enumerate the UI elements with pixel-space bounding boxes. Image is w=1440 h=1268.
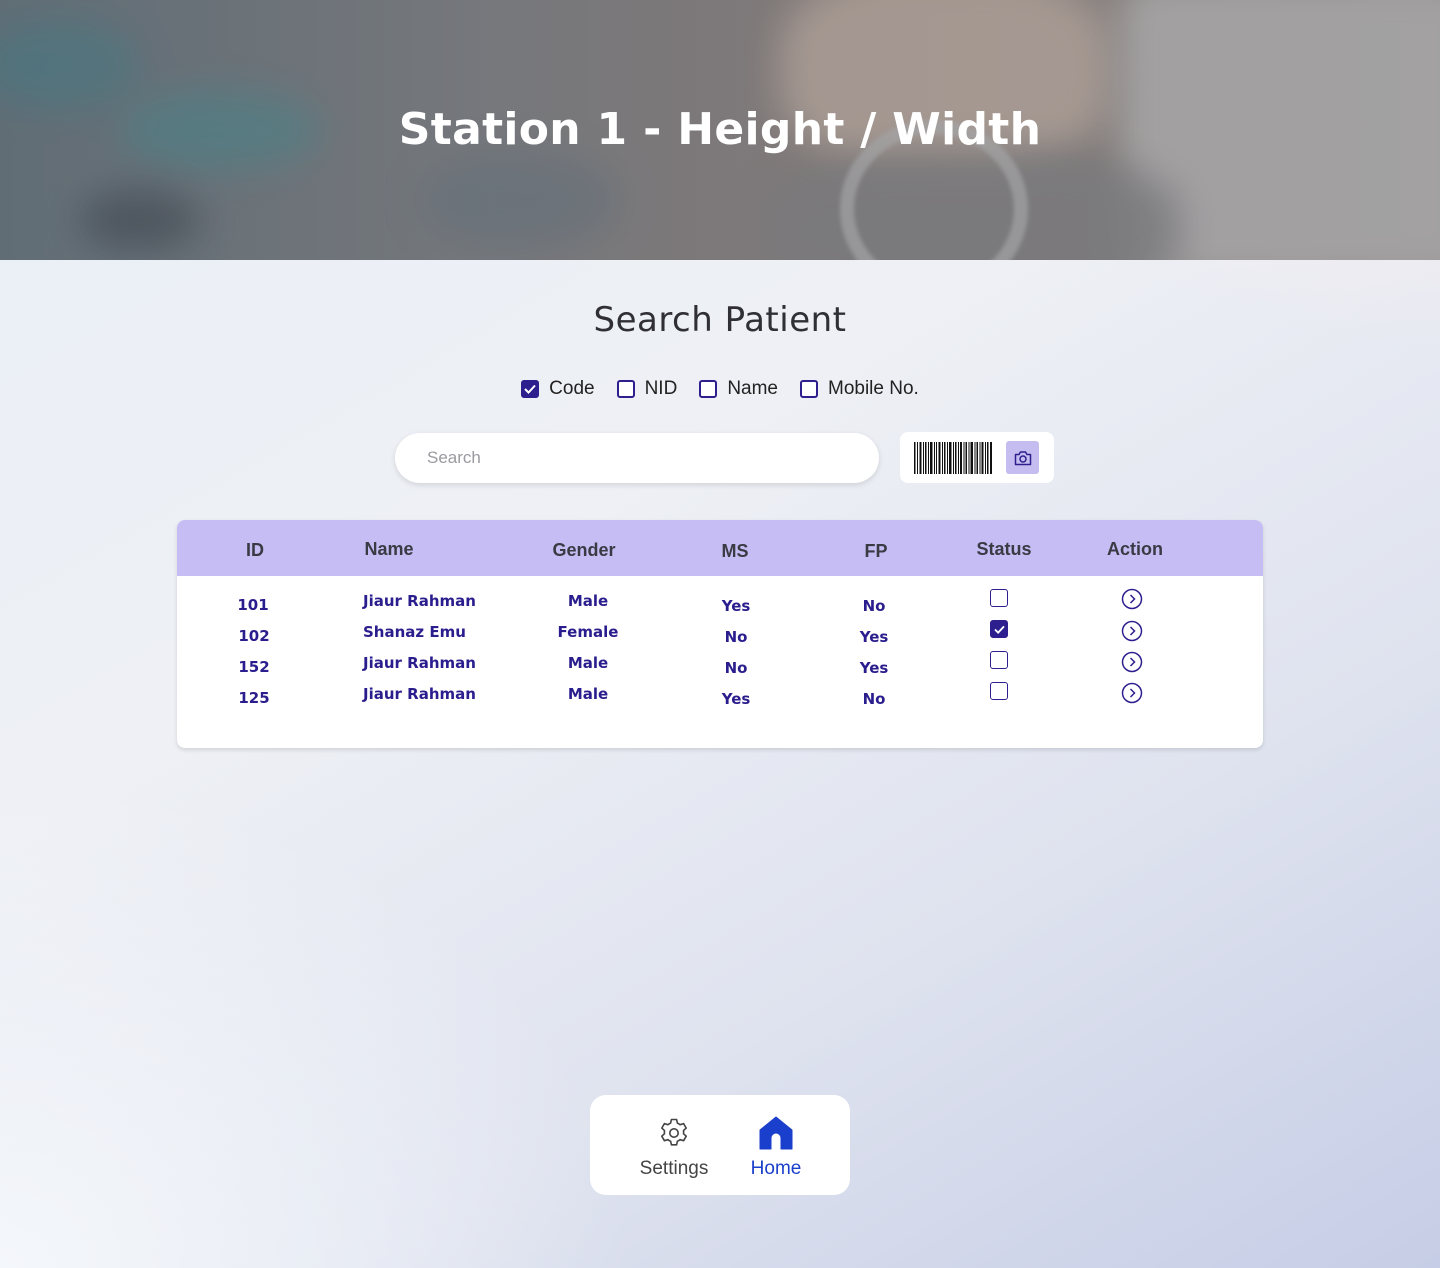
checkbox[interactable] bbox=[699, 380, 718, 398]
checkbox[interactable] bbox=[800, 380, 818, 398]
column-header-status: Status bbox=[976, 539, 1032, 559]
cell-ms: No bbox=[724, 659, 748, 677]
cell-ms: Yes bbox=[721, 597, 751, 615]
cell-gender: Male bbox=[567, 592, 609, 610]
cell-fp: No bbox=[862, 690, 886, 708]
cell-gender: Female bbox=[557, 623, 619, 641]
scanner-box bbox=[900, 432, 1054, 483]
barcode-icon bbox=[914, 442, 992, 474]
nav-home[interactable]: Home bbox=[742, 1115, 810, 1180]
cell-ms: Yes bbox=[721, 690, 751, 708]
nav-home-label: Home bbox=[750, 1158, 802, 1179]
filter-code[interactable]: Code bbox=[521, 378, 595, 400]
filter-label: Code bbox=[549, 378, 595, 399]
filter-label: NID bbox=[644, 378, 678, 399]
hero-banner: Station 1 - Height / Width bbox=[0, 0, 1440, 260]
chevron-right-circle-icon[interactable] bbox=[1121, 620, 1143, 642]
chevron-right-circle-icon[interactable] bbox=[1121, 588, 1143, 610]
cell-id: 101 bbox=[237, 596, 269, 614]
camera-icon bbox=[1014, 450, 1031, 465]
cell-ms: No bbox=[724, 628, 748, 646]
camera-button[interactable] bbox=[1006, 441, 1039, 474]
column-header-ms: MS bbox=[721, 541, 749, 561]
cell-id: 152 bbox=[238, 658, 270, 676]
filter-nid[interactable]: NID bbox=[616, 378, 678, 400]
cell-fp: Yes bbox=[859, 628, 889, 646]
column-header-id: ID bbox=[246, 540, 264, 560]
filter-label: Name bbox=[727, 378, 778, 399]
cell-fp: No bbox=[862, 597, 886, 615]
cell-id: 102 bbox=[238, 627, 270, 645]
search-filter-group: Code NID Name Mobile No. bbox=[0, 378, 1440, 400]
bottom-nav: Settings Home bbox=[590, 1095, 850, 1195]
home-icon bbox=[759, 1116, 793, 1150]
chevron-right-circle-icon[interactable] bbox=[1121, 651, 1143, 673]
cell-name: Jiaur Rahman bbox=[363, 685, 476, 703]
chevron-right-circle-icon[interactable] bbox=[1121, 682, 1143, 704]
nav-settings[interactable]: Settings bbox=[630, 1115, 718, 1180]
cell-fp: Yes bbox=[859, 659, 889, 677]
column-header-name: Name bbox=[364, 539, 414, 559]
checkbox[interactable] bbox=[521, 380, 540, 398]
table-header: ID Name Gender MS FP Status Action bbox=[177, 520, 1263, 576]
filter-name[interactable]: Name bbox=[699, 378, 778, 400]
column-header-fp: FP bbox=[864, 541, 888, 561]
cell-gender: Male bbox=[567, 685, 609, 703]
status-checkbox[interactable] bbox=[990, 589, 1008, 607]
cell-name: Shanaz Emu bbox=[363, 623, 466, 641]
cell-name: Jiaur Rahman bbox=[363, 654, 476, 672]
checkbox[interactable] bbox=[616, 380, 635, 398]
cell-name: Jiaur Rahman bbox=[363, 592, 476, 610]
filter-label: Mobile No. bbox=[828, 378, 919, 399]
cell-id: 125 bbox=[238, 689, 270, 707]
filter-mobile[interactable]: Mobile No. bbox=[800, 378, 919, 400]
patient-table: ID Name Gender MS FP Status Action 101 J… bbox=[177, 520, 1263, 748]
column-header-gender: Gender bbox=[552, 540, 616, 560]
column-header-action: Action bbox=[1107, 539, 1163, 559]
page-title: Station 1 - Height / Width bbox=[398, 104, 1042, 155]
status-checkbox[interactable] bbox=[990, 651, 1008, 669]
status-checkbox[interactable] bbox=[990, 682, 1008, 700]
section-title: Search Patient bbox=[593, 300, 847, 340]
cell-gender: Male bbox=[567, 654, 609, 672]
search-input[interactable] bbox=[395, 433, 879, 483]
gear-icon bbox=[661, 1118, 687, 1146]
nav-settings-label: Settings bbox=[639, 1158, 709, 1179]
status-checkbox[interactable] bbox=[990, 620, 1008, 638]
